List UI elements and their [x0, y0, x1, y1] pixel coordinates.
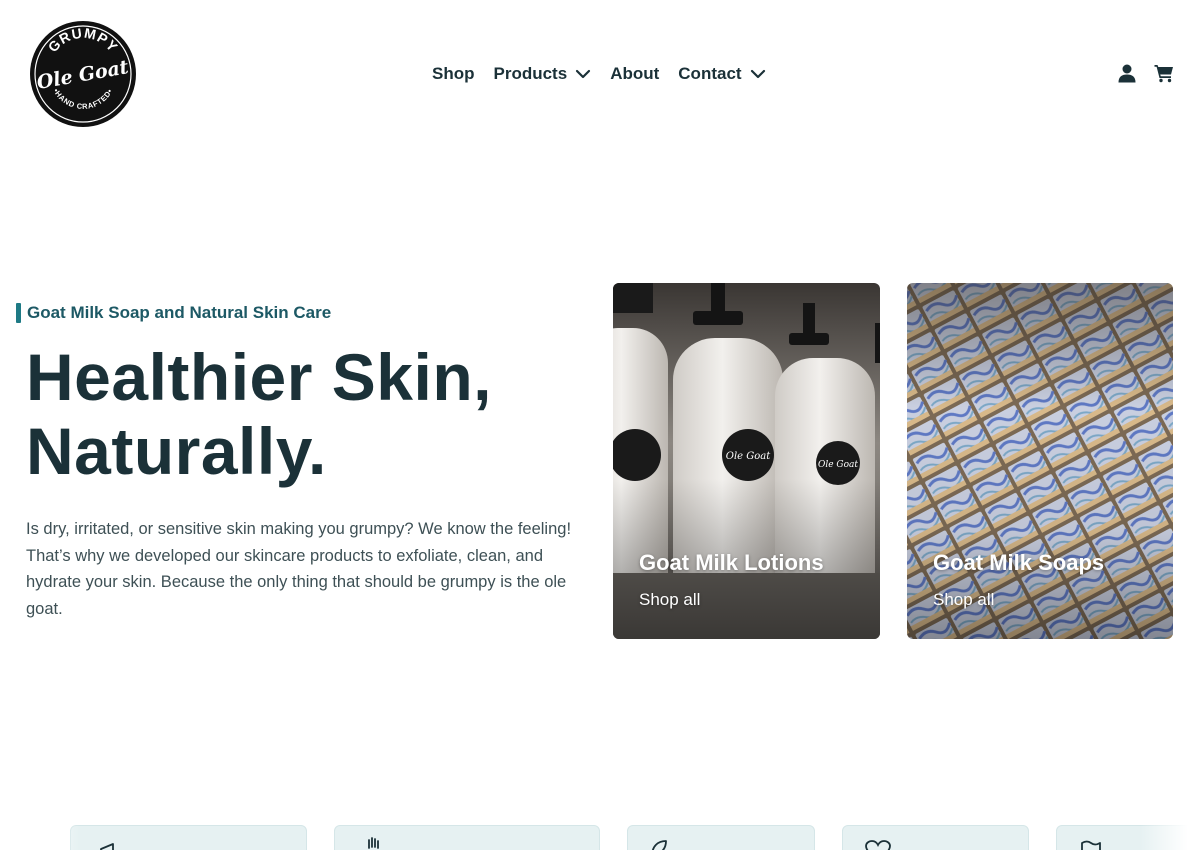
feature-card	[627, 825, 815, 850]
strip-fade-right	[1140, 825, 1200, 850]
feature-card	[334, 825, 600, 850]
eyebrow-text: Goat Milk Soap and Natural Skin Care	[27, 303, 332, 322]
shop-all-link[interactable]: Shop all	[933, 590, 994, 610]
feature-card	[70, 825, 307, 850]
cart-icon[interactable]	[1154, 63, 1174, 83]
site-header: GRUMPY Ole Goat •HAND CRAFTED• Shop Prod…	[0, 0, 1200, 148]
flag-icon	[1081, 840, 1101, 850]
shop-all-link[interactable]: Shop all	[639, 590, 700, 610]
hero-title-line1: Healthier Skin,	[26, 340, 492, 414]
hand-icon	[368, 837, 379, 849]
megaphone-icon	[100, 843, 114, 850]
card-title: Goat Milk Soaps	[933, 550, 1105, 575]
card-goat-milk-lotions[interactable]: Ole Goat Ole Goat Goat Milk Lotions Shop…	[613, 283, 880, 639]
hero-description: Is dry, irritated, or sensitive skin mak…	[26, 520, 572, 618]
header-actions	[1117, 63, 1174, 83]
strip-fade-left	[0, 825, 80, 850]
feature-strip	[0, 825, 1200, 850]
lotion-bottles-image: Ole Goat Ole Goat	[613, 283, 880, 639]
nav-shop[interactable]: Shop	[432, 64, 475, 84]
feature-card	[842, 825, 1029, 850]
nav-products[interactable]: Products	[494, 64, 592, 84]
nav-contact-label: Contact	[678, 64, 742, 83]
leaf-icon	[651, 840, 667, 850]
nav-shop-label: Shop	[432, 64, 475, 83]
hero-title: Healthier Skin, Naturally.	[26, 340, 586, 488]
chevron-down-icon	[750, 69, 765, 79]
card-title: Goat Milk Lotions	[639, 550, 824, 575]
nav-products-label: Products	[493, 64, 568, 83]
nav-about-label: About	[610, 64, 660, 83]
account-icon[interactable]	[1117, 63, 1137, 83]
card-goat-milk-soaps[interactable]: Goat Milk Soaps Shop all	[907, 283, 1173, 639]
chevron-down-icon	[576, 69, 591, 79]
heart-icon	[865, 840, 891, 850]
hero-eyebrow: Goat Milk Soap and Natural Skin Care	[16, 303, 331, 323]
soap-bars-image	[907, 283, 1173, 639]
eyebrow-accent-bar	[16, 303, 21, 323]
nav-about[interactable]: About	[610, 64, 659, 84]
main-nav: Shop Products About Contact	[432, 63, 766, 85]
hero-title-line2: Naturally.	[26, 414, 327, 488]
grumpy-ole-goat-logo[interactable]: GRUMPY Ole Goat •HAND CRAFTED•	[29, 20, 137, 128]
nav-contact[interactable]: Contact	[678, 64, 765, 84]
